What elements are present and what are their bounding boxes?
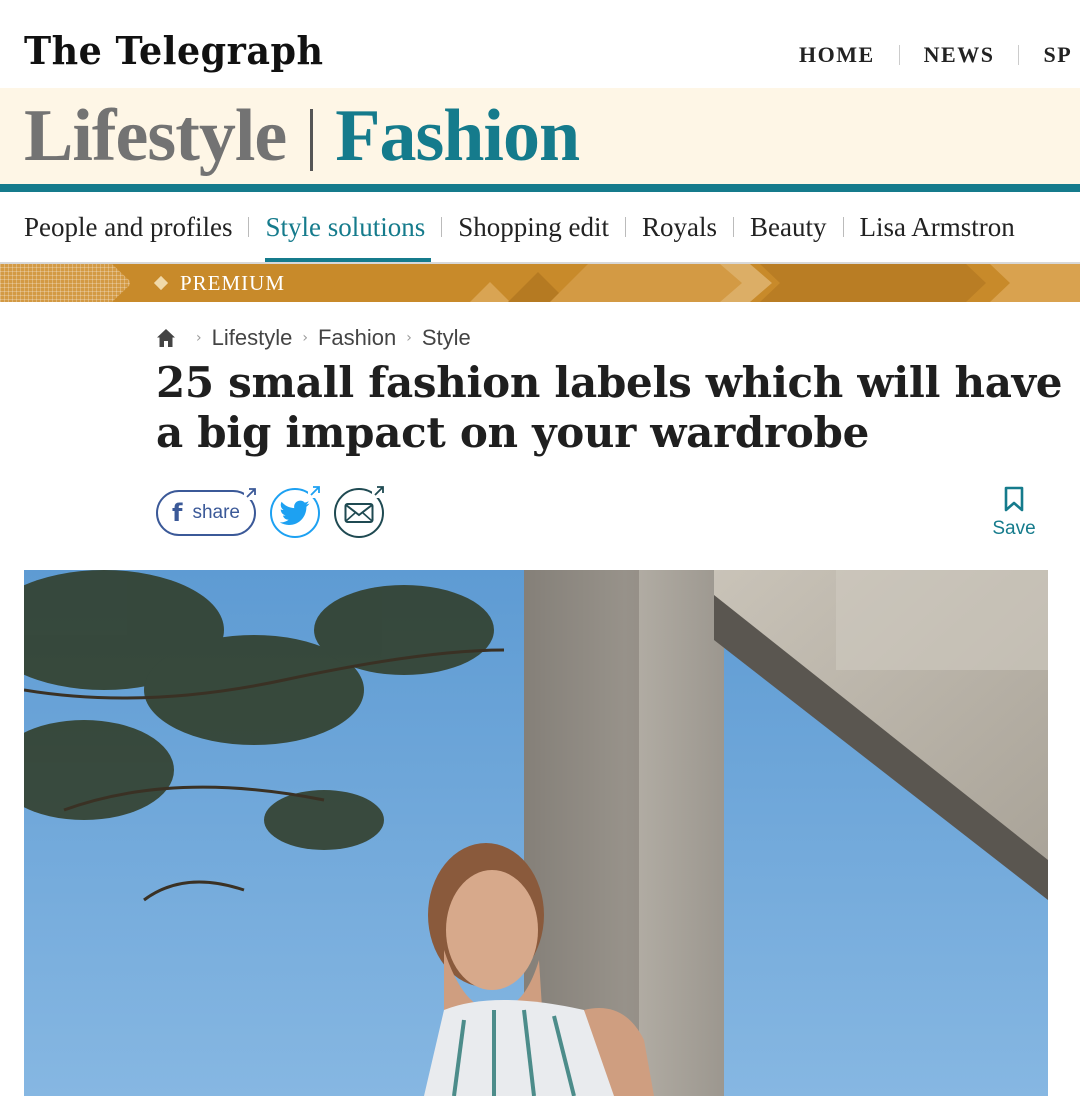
subnav-item-lisa-armstrong[interactable]: Lisa Armstron: [860, 192, 1015, 262]
external-arrow-icon: [372, 484, 386, 498]
breadcrumb: › Lifestyle › Fashion › Style: [156, 322, 471, 354]
article-headline: 25 small fashion labels which will have …: [156, 358, 1063, 457]
hero-photo-illustration: [24, 570, 1048, 1096]
subnav-item-royals[interactable]: Royals: [642, 192, 717, 262]
email-share-button[interactable]: [334, 484, 386, 538]
subnav-item-style-solutions[interactable]: Style solutions: [265, 192, 432, 262]
nav-separator: [1018, 45, 1020, 65]
premium-strip: PREMIUM: [0, 264, 1080, 302]
home-icon[interactable]: [156, 328, 176, 348]
section-accent-line: [0, 184, 1080, 192]
chevron-right-icon: ›: [302, 330, 308, 346]
section-parent-link[interactable]: Lifestyle: [24, 94, 287, 179]
facebook-share-label: share: [192, 502, 240, 523]
section-subnav: People and profiles Style solutions Shop…: [0, 192, 1080, 264]
section-divider: [310, 109, 314, 171]
breadcrumb-fashion[interactable]: Fashion: [318, 325, 396, 351]
section-banner: Lifestyle Fashion: [0, 88, 1080, 192]
chevron-right-icon: ›: [196, 330, 202, 346]
save-button[interactable]: Save: [990, 486, 1038, 540]
subnav-item-shopping-edit[interactable]: Shopping edit: [458, 192, 609, 262]
subnav-item-beauty[interactable]: Beauty: [750, 192, 826, 262]
nav-item-news[interactable]: NEWS: [924, 42, 995, 68]
twitter-icon: [280, 500, 310, 525]
subnav-separator: [248, 217, 250, 237]
premium-diamond-icon: [153, 275, 169, 291]
section-current-link[interactable]: Fashion: [335, 94, 580, 179]
premium-text: PREMIUM: [180, 270, 286, 295]
facebook-share-button[interactable]: f share: [156, 486, 258, 536]
email-icon: [344, 503, 374, 523]
nav-separator: [898, 45, 900, 65]
site-header: The Telegraph HOME NEWS SP: [0, 0, 1080, 88]
breadcrumb-lifestyle[interactable]: Lifestyle: [212, 325, 293, 351]
nav-item-sport[interactable]: SP: [1043, 42, 1072, 68]
chevron-right-icon: ›: [406, 330, 412, 346]
twitter-share-button[interactable]: [270, 484, 322, 538]
external-arrow-icon: [308, 484, 322, 498]
subnav-separator: [733, 217, 735, 237]
share-bar: f share: [156, 484, 386, 538]
facebook-icon: f: [172, 499, 183, 527]
subnav-item-people-and-profiles[interactable]: People and profiles: [24, 192, 232, 262]
breadcrumb-style[interactable]: Style: [422, 325, 471, 351]
main-nav: HOME NEWS SP: [799, 42, 1072, 68]
bookmark-icon: [1004, 486, 1024, 512]
nav-item-home[interactable]: HOME: [799, 42, 875, 68]
article-hero-image: [24, 570, 1048, 1096]
save-label: Save: [992, 518, 1036, 539]
premium-label: PREMIUM: [153, 264, 286, 302]
subnav-separator: [842, 217, 844, 237]
subnav-separator: [441, 217, 443, 237]
subnav-separator: [625, 217, 626, 237]
section-title: Lifestyle Fashion: [24, 88, 580, 184]
external-arrow-icon: [244, 486, 258, 500]
telegraph-logo[interactable]: The Telegraph: [24, 28, 323, 73]
